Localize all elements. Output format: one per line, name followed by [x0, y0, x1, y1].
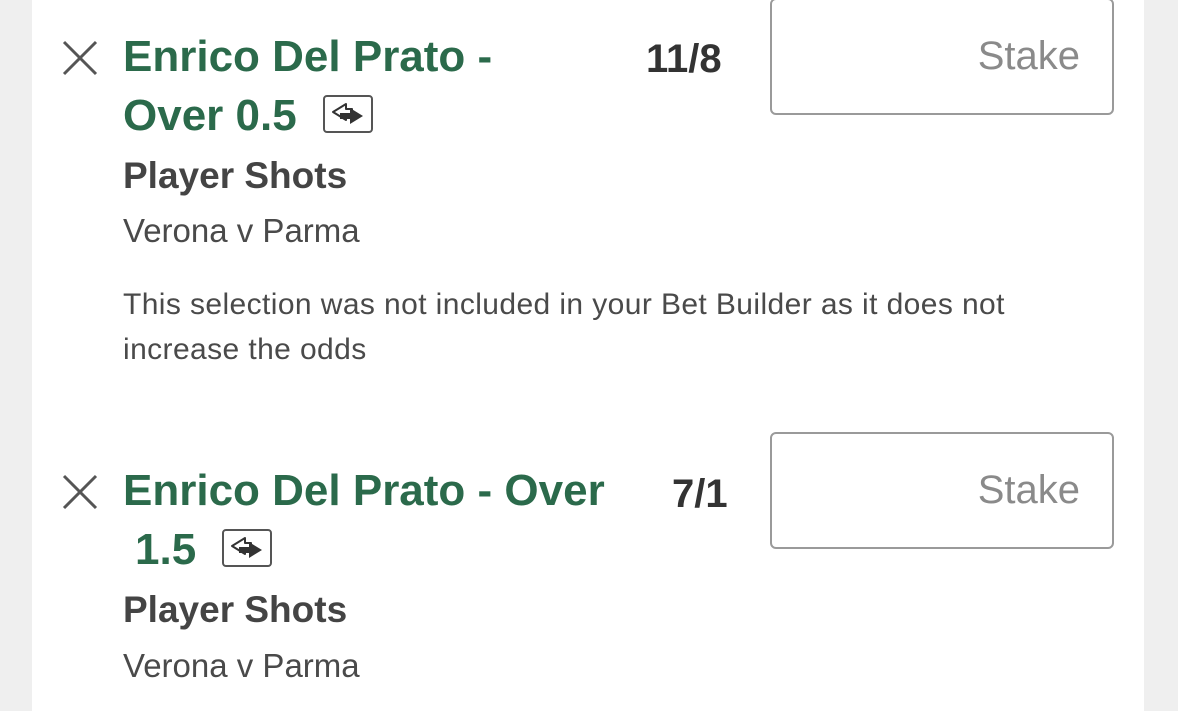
- close-icon: [62, 40, 98, 76]
- bet-builder-note: This selection was not included in your …: [123, 288, 1005, 366]
- bet-slip-panel: Enrico Del Prato - Over 0.5 11/8 Player …: [32, 0, 1144, 711]
- selection-title-line1: Enrico Del Prato - Over: [123, 466, 605, 515]
- event-name: Verona v Parma: [123, 647, 360, 684]
- remove-selection-button[interactable]: [60, 472, 100, 512]
- selection-title-line2: 1.5: [135, 525, 197, 574]
- selection-title: Enrico Del Prato - Over 1.5: [123, 461, 643, 579]
- market-name: Player Shots: [123, 589, 348, 630]
- event-name: Verona v Parma: [123, 212, 360, 249]
- selection-title-line2: Over 0.5: [123, 91, 297, 140]
- close-icon: [62, 474, 98, 510]
- selection-odds[interactable]: 11/8: [646, 35, 722, 83]
- swap-arrows-icon[interactable]: [322, 95, 373, 134]
- swap-arrows-icon[interactable]: [222, 529, 273, 568]
- selection-odds[interactable]: 7/1: [672, 470, 728, 518]
- selection-title: Enrico Del Prato - Over 0.5: [123, 27, 593, 145]
- remove-selection-button[interactable]: [60, 38, 100, 78]
- stake-input[interactable]: [770, 432, 1114, 549]
- stake-input[interactable]: [770, 0, 1114, 115]
- market-name: Player Shots: [123, 155, 348, 196]
- selection-title-line1: Enrico Del Prato -: [123, 32, 493, 81]
